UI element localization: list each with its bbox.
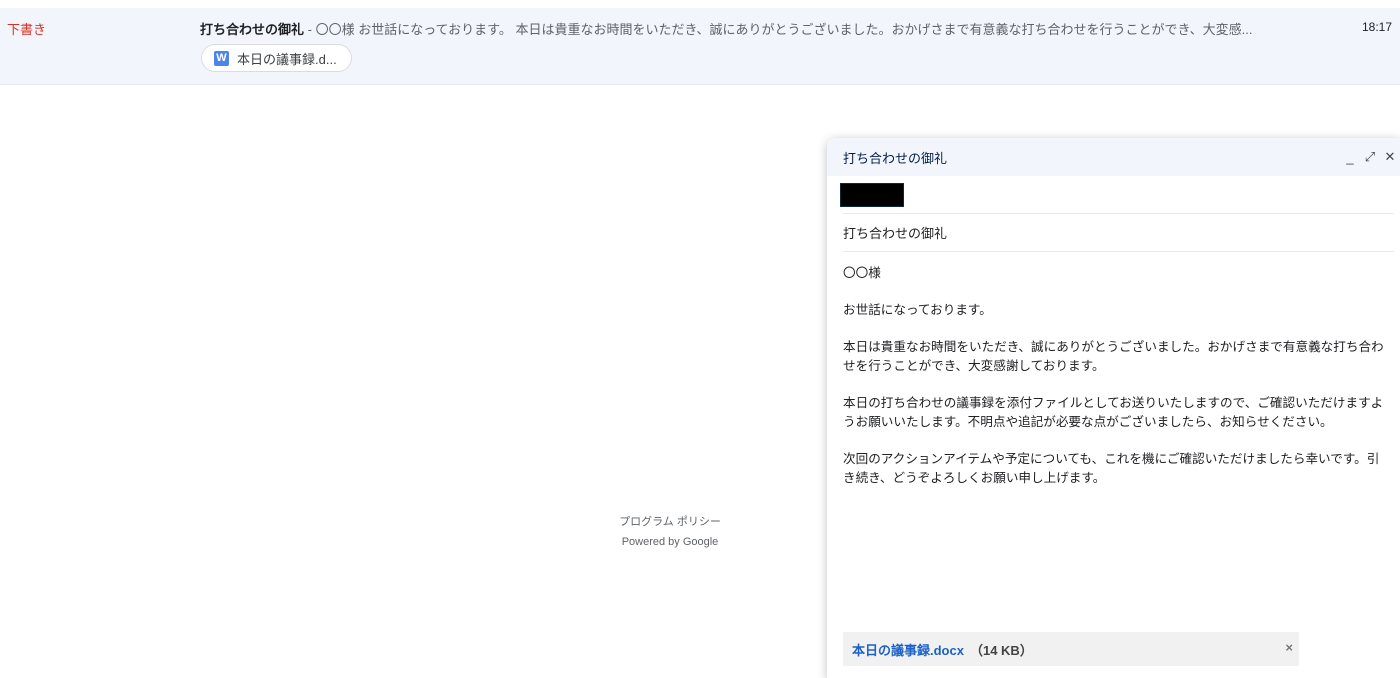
body-paragraph: 本日の打ち合わせの議事録を添付ファイルとしてお送りいたしますので、ご確認いただけ… [843,396,1384,429]
compose-window: 打ち合わせの御礼 _ ⤢ ✕ 打ち合わせの御礼 〇〇様 お世話になっております。… [827,138,1400,678]
program-policy-link[interactable]: プログラム ポリシー [560,512,780,532]
minimize-icon[interactable]: _ [1340,150,1360,165]
recipients-field[interactable] [840,176,1394,214]
body-paragraph: 次回のアクションアイテムや予定についても、これを機にご確認いただけましたら幸いで… [843,452,1380,485]
compose-header[interactable]: 打ち合わせの御礼 _ ⤢ ✕ [827,138,1400,176]
attachment-name[interactable]: 本日の議事録.docx [852,640,964,659]
redacted-recipient [840,182,904,207]
body-paragraph: 〇〇様 [843,266,881,280]
subject-field[interactable]: 打ち合わせの御礼 [843,214,1394,252]
message-body[interactable]: 〇〇様 お世話になっております。 本日は貴重なお時間をいただき、誠にありがとうご… [827,252,1391,488]
compose-attachment[interactable]: 本日の議事録.docx （14 KB） × [843,632,1299,666]
attachment-chip[interactable]: W 本日の議事録.d... [201,44,352,72]
compose-title: 打ち合わせの御礼 [843,150,948,166]
attachment-size: （14 KB） [969,642,1033,658]
attachment-chip-label: 本日の議事録.d... [237,51,337,67]
word-doc-icon: W [214,50,229,66]
separator: - [304,22,316,37]
body-paragraph: お世話になっております。 [843,303,992,317]
body-paragraph: 本日は貴重なお時間をいただき、誠にありがとうございました。おかげさまで有意義な打… [843,340,1384,373]
draft-email-row[interactable]: 下書き 打ち合わせの御礼 - 〇〇様 お世話になっております。 本日は貴重なお時… [0,8,1400,85]
email-snippet: 〇〇様 お世話になっております。 本日は貴重なお時間をいただき、誠にありがとうご… [315,22,1253,37]
powered-by-text: Powered by Google [621,536,719,548]
draft-label: 下書き [7,22,47,37]
footer: プログラム ポリシー Powered by Google [560,512,780,552]
close-icon[interactable]: ✕ [1380,149,1400,165]
email-subject: 打ち合わせの御礼 [200,22,305,37]
email-time: 18:17 [1361,20,1392,34]
expand-icon[interactable]: ⤢ [1360,149,1380,165]
email-subject-snippet[interactable]: 打ち合わせの御礼 - 〇〇様 お世話になっております。 本日は貴重なお時間をいた… [200,19,1300,38]
remove-attachment-icon[interactable]: × [1285,640,1293,655]
